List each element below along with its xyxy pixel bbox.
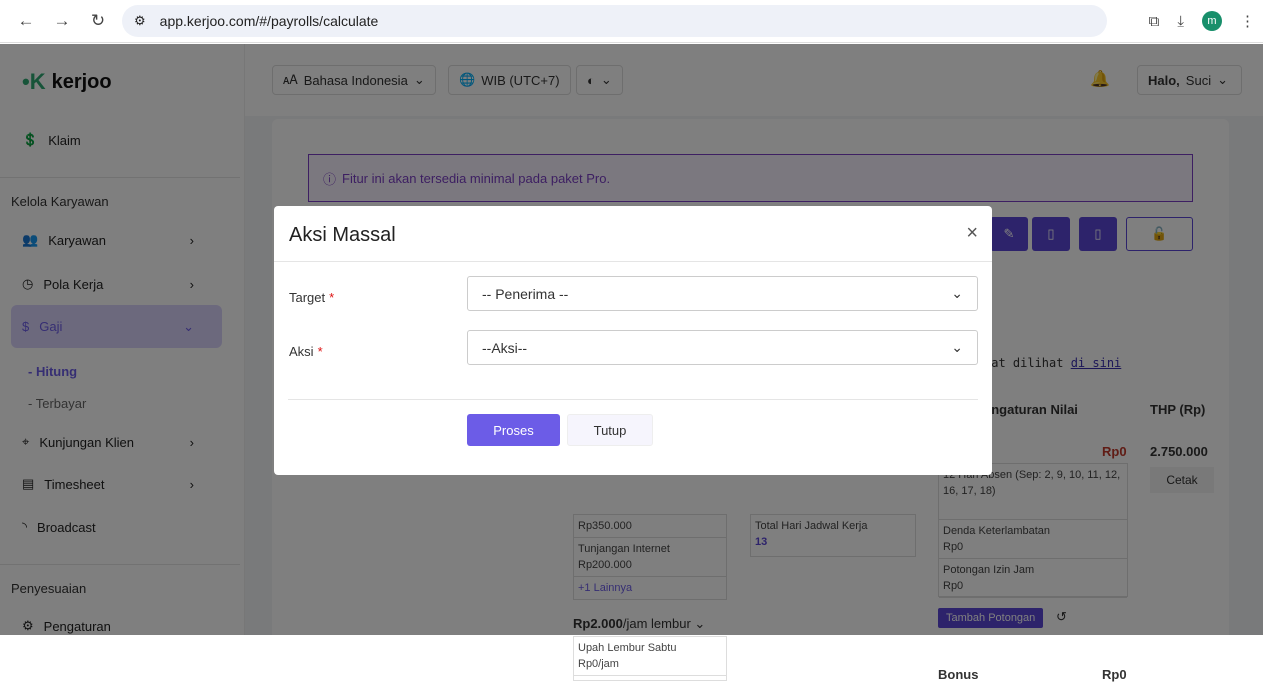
chevron-down-icon: ⌄ xyxy=(951,285,963,301)
address-bar[interactable]: ⚙ app.kerjoo.com/#/payrolls/calculate xyxy=(122,5,1107,37)
extensions-icon[interactable]: ⧉ xyxy=(1149,13,1160,30)
proses-button[interactable]: Proses xyxy=(467,414,560,446)
menu-icon[interactable]: ⋮ xyxy=(1240,12,1255,30)
profile-avatar[interactable]: m xyxy=(1202,11,1222,31)
aksi-label: Aksi * xyxy=(289,344,323,359)
download-icon[interactable]: ⤓ xyxy=(1177,13,1184,30)
target-select[interactable]: -- Penerima -- ⌄ xyxy=(467,276,978,311)
reload-icon[interactable]: ↻ xyxy=(80,11,116,31)
close-icon[interactable]: × xyxy=(966,222,978,245)
forward-icon[interactable]: → xyxy=(44,11,80,31)
aksi-massal-modal: Aksi Massal × Target * -- Penerima -- ⌄ Ak… xyxy=(274,206,992,475)
target-label: Target * xyxy=(289,290,335,305)
back-icon[interactable]: ← xyxy=(8,11,44,31)
browser-toolbar: ← → ↻ ⚙ app.kerjoo.com/#/payrolls/calcula… xyxy=(0,0,1263,43)
chevron-down-icon: ⌄ xyxy=(951,339,963,355)
tutup-button[interactable]: Tutup xyxy=(567,414,653,446)
modal-title: Aksi Massal xyxy=(289,224,396,246)
site-settings-icon[interactable]: ⚙ xyxy=(134,13,146,29)
aksi-select[interactable]: --Aksi-- ⌄ xyxy=(467,330,978,365)
